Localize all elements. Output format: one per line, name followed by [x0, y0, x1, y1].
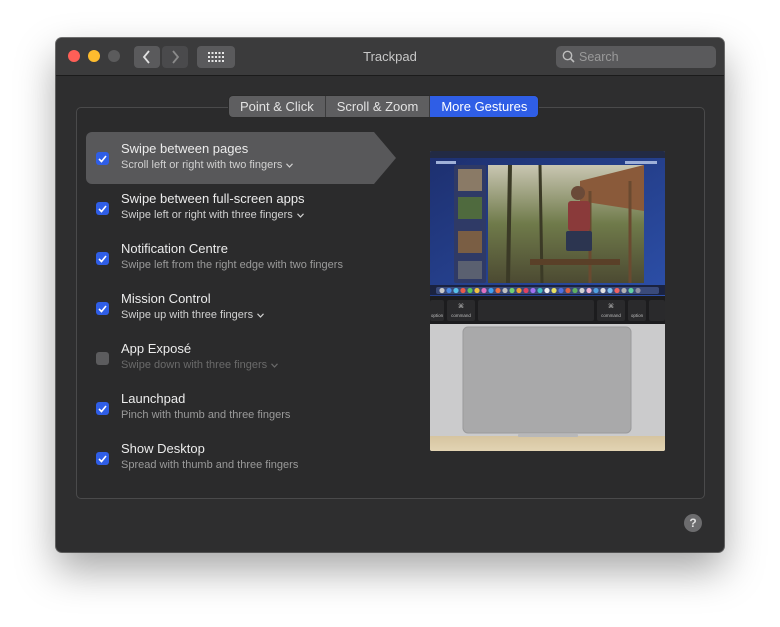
checkmark-icon	[98, 454, 107, 463]
tab-more-gestures[interactable]: More Gestures	[430, 96, 539, 117]
gesture-title: Mission Control	[121, 291, 211, 306]
checkmark-icon	[98, 304, 107, 313]
search-field[interactable]: Search	[556, 46, 716, 68]
gesture-dropdown[interactable]: Scroll left or right with two fingers	[121, 159, 294, 171]
key-label-command-right: command	[601, 313, 621, 318]
checkbox-fullscreen-apps[interactable]	[96, 202, 109, 215]
key-label-command-left: command	[451, 313, 471, 318]
gesture-dropdown[interactable]: Swipe up with three fingers	[121, 309, 265, 321]
checkbox-show-desktop[interactable]	[96, 452, 109, 465]
checkmark-icon	[98, 254, 107, 263]
tab-scroll-zoom[interactable]: Scroll & Zoom	[326, 96, 431, 117]
gesture-dropdown[interactable]: Swipe left or right with three fingers	[121, 209, 304, 221]
dock-icons	[436, 287, 659, 294]
key-label-option-left: option	[431, 313, 444, 318]
gesture-item-app-expose[interactable]: App Exposé Swipe down with three fingers	[86, 332, 406, 384]
chevron-down-icon	[257, 312, 265, 318]
preferences-window: Trackpad Search Point & Click Scroll & Z…	[56, 38, 724, 552]
checkmark-icon	[98, 154, 107, 163]
gesture-title: Swipe between pages	[121, 141, 249, 156]
gesture-subtitle: Swipe up with three fingers	[121, 309, 254, 321]
gesture-title: Notification Centre	[121, 241, 228, 256]
checkbox-notification-centre[interactable]	[96, 252, 109, 265]
checkbox-swipe-pages[interactable]	[96, 152, 109, 165]
checkmark-icon	[98, 204, 107, 213]
gesture-dropdown[interactable]: Swipe down with three fingers	[121, 359, 279, 371]
svg-text:⌘: ⌘	[458, 303, 464, 310]
gesture-subtitle: Swipe left from the right edge with two …	[121, 259, 343, 271]
search-icon	[562, 50, 575, 63]
checkbox-launchpad[interactable]	[96, 402, 109, 415]
chevron-down-icon	[296, 212, 304, 218]
checkbox-app-expose[interactable]	[96, 352, 109, 365]
tab-bar: Point & Click Scroll & Zoom More Gesture…	[229, 96, 539, 117]
macbook-illustration: command command option option ⌘ ⌘	[430, 151, 665, 451]
checkbox-mission-control[interactable]	[96, 302, 109, 315]
key-label-option-right: option	[631, 313, 644, 318]
gesture-item-notification-centre[interactable]: Notification Centre Swipe left from the …	[86, 232, 406, 284]
search-placeholder: Search	[579, 50, 619, 64]
gesture-preview: command command option option ⌘ ⌘	[430, 151, 665, 451]
gesture-subtitle: Scroll left or right with two fingers	[121, 159, 283, 171]
gesture-item-show-desktop[interactable]: Show Desktop Spread with thumb and three…	[86, 432, 406, 484]
gesture-title: App Exposé	[121, 341, 192, 356]
gesture-item-fullscreen-apps[interactable]: Swipe between full-screen apps Swipe lef…	[86, 182, 406, 234]
tab-point-click[interactable]: Point & Click	[229, 96, 326, 117]
gesture-item-swipe-pages[interactable]: Swipe between pages Scroll left or right…	[86, 132, 396, 184]
gesture-subtitle: Swipe left or right with three fingers	[121, 209, 293, 221]
svg-text:⌘: ⌘	[608, 303, 614, 310]
chevron-down-icon	[286, 162, 294, 168]
gesture-title: Show Desktop	[121, 441, 205, 456]
gesture-item-launchpad[interactable]: Launchpad Pinch with thumb and three fin…	[86, 382, 406, 434]
gesture-subtitle: Swipe down with three fingers	[121, 359, 268, 371]
gesture-subtitle: Spread with thumb and three fingers	[121, 459, 299, 471]
chevron-down-icon	[271, 362, 279, 368]
gesture-item-mission-control[interactable]: Mission Control Swipe up with three fing…	[86, 282, 406, 334]
gesture-subtitle: Pinch with thumb and three fingers	[121, 409, 291, 421]
gesture-title: Launchpad	[121, 391, 186, 406]
gesture-title: Swipe between full-screen apps	[121, 191, 305, 206]
checkmark-icon	[98, 404, 107, 413]
help-button[interactable]: ?	[684, 514, 702, 532]
title-bar: Trackpad Search	[56, 38, 724, 76]
